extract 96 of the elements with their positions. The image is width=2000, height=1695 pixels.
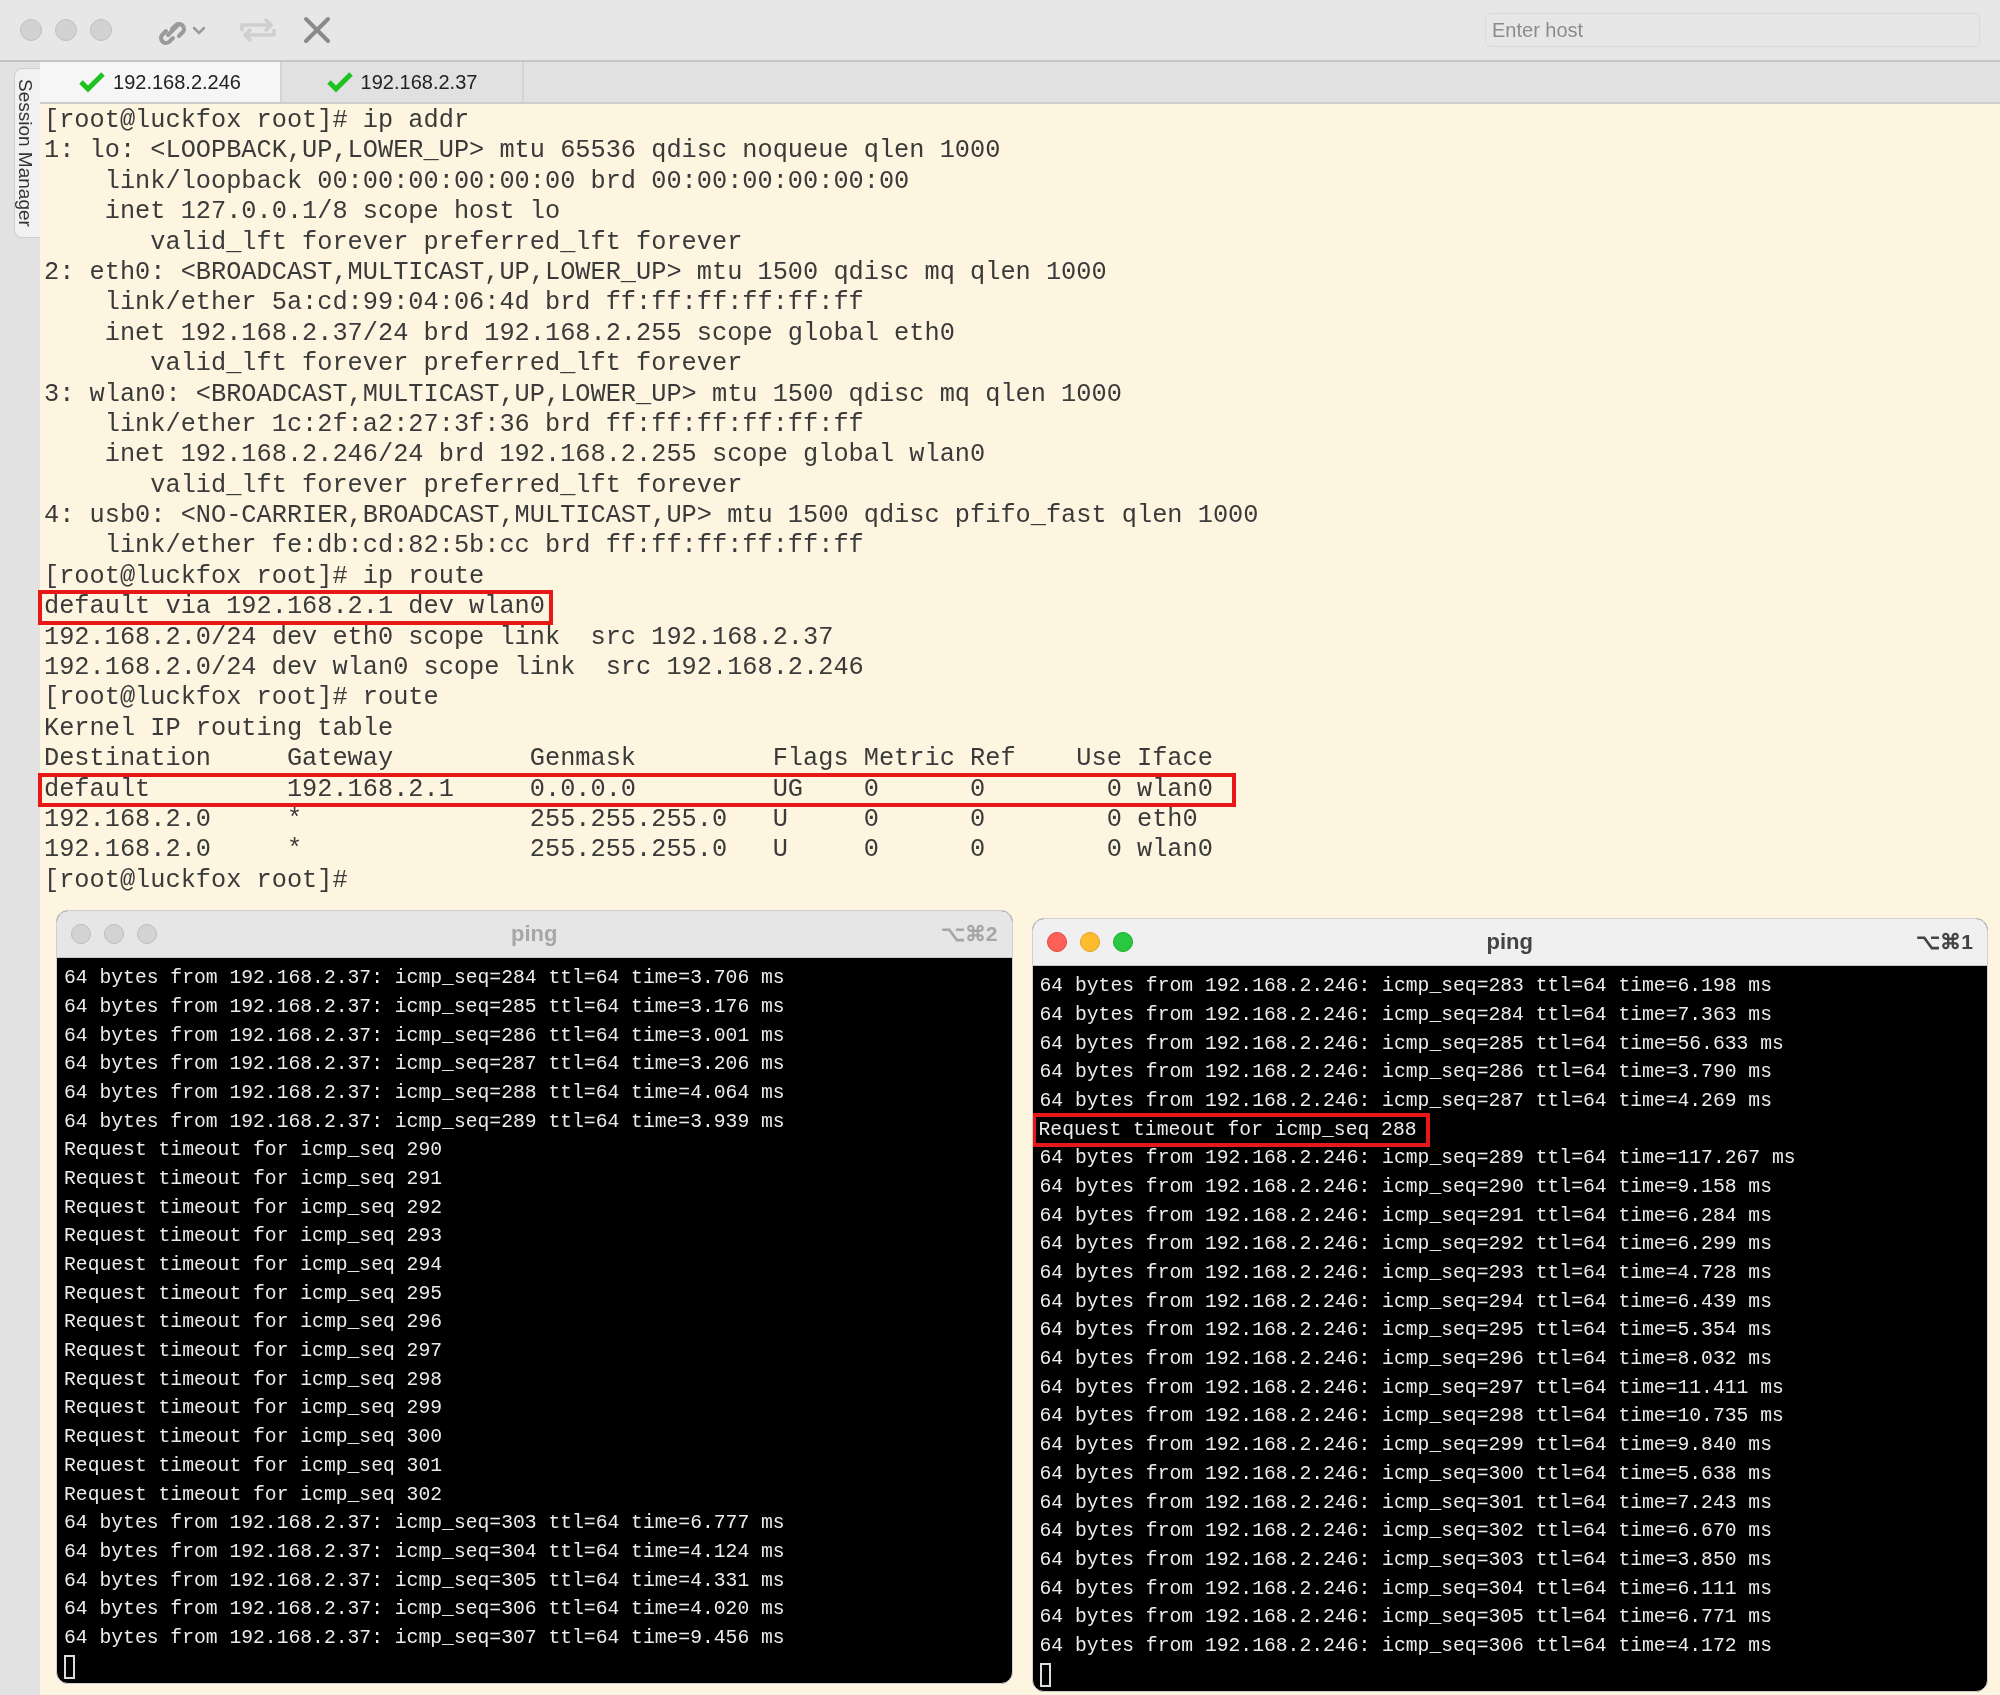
terminal-line: valid_lft forever preferred_lft forever xyxy=(149,227,743,258)
output-line: 64 bytes from 192.168.2.246: icmp_seq=297 ttl=64 time=11.411 ms xyxy=(1039,1375,1784,1401)
terminal-line: link/ether fe:db:cd:82:5b:cc brd ff:ff:ff:ff:ff:ff xyxy=(103,531,864,562)
output-line: 64 bytes from 192.168.2.246: icmp_seq=283 ttl=64 time=6.198 ms xyxy=(1039,974,1772,1000)
terminal-line: 3: wlan0: <BROADCAST,MULTICAST,UP,LOWER_UP> mtu 1500 qdisc mq qlen 1000 xyxy=(44,379,1122,410)
output-line: 64 bytes from 192.168.2.246: icmp_seq=299 ttl=64 time=9.840 ms xyxy=(1039,1433,1772,1459)
output-line: 64 bytes from 192.168.2.246: icmp_seq=296 ttl=64 time=8.032 ms xyxy=(1039,1347,1772,1373)
output-line: 64 bytes from 192.168.2.37: icmp_seq=288 ttl=64 time=4.064 ms xyxy=(64,1080,785,1106)
terminal-line: 1: lo: <LOOPBACK,UP,LOWER_UP> mtu 65536 qdisc noqueue qlen 1000 xyxy=(44,136,1001,167)
session-manager-tab[interactable]: Session Manager xyxy=(14,68,40,238)
output-line: 64 bytes from 192.168.2.246: icmp_seq=286 ttl=64 time=3.790 ms xyxy=(1039,1060,1772,1086)
checkmark-icon xyxy=(79,71,106,93)
terminal-line: 4: usb0: <NO-CARRIER,BROADCAST,MULTICAST,UP> mtu 1500 qdisc pfifo_fast qlen 1000 xyxy=(44,501,1259,532)
output-line: 64 bytes from 192.168.2.37: icmp_seq=306 ttl=64 time=4.020 ms xyxy=(64,1597,785,1623)
output-line: Request timeout for icmp_seq 298 xyxy=(64,1367,443,1393)
zoom-button[interactable] xyxy=(137,924,157,945)
zoom-button[interactable] xyxy=(90,19,112,41)
output-line: Request timeout for icmp_seq 299 xyxy=(64,1396,443,1422)
output-line: 64 bytes from 192.168.2.246: icmp_seq=291 ttl=64 time=6.284 ms xyxy=(1039,1203,1772,1229)
terminal-line: valid_lft forever preferred_lft forever xyxy=(149,470,743,502)
output-line: Request timeout for icmp_seq 295 xyxy=(64,1281,443,1307)
output-line: 64 bytes from 192.168.2.246: icmp_seq=290 ttl=64 time=9.158 ms xyxy=(1039,1174,1772,1200)
output-line: 64 bytes from 192.168.2.246: icmp_seq=302 ttl=64 time=6.670 ms xyxy=(1039,1519,1772,1545)
terminal-line: default 192.168.2.1 0.0.0.0 UG 0 0 0 wlan0 xyxy=(40,774,1235,805)
terminal-line: 2: eth0: <BROADCAST,MULTICAST,UP,LOWER_UP> mtu 1500 qdisc mq qlen 1000 xyxy=(44,257,1107,289)
output-line: 64 bytes from 192.168.2.246: icmp_seq=289 ttl=64 time=117.267 ms xyxy=(1039,1146,1796,1172)
output-line: Request timeout for icmp_seq 294 xyxy=(64,1253,443,1279)
output-line: Request timeout for icmp_seq 296 xyxy=(64,1310,443,1336)
text-cursor xyxy=(1039,1662,1051,1687)
output-line: 64 bytes from 192.168.2.246: icmp_seq=304 ttl=64 time=6.111 ms xyxy=(1039,1576,1772,1602)
shortcut-label: ⌥⌘2 xyxy=(940,922,998,947)
output-line: Request timeout for icmp_seq 290 xyxy=(64,1138,443,1164)
close-button[interactable] xyxy=(20,19,42,41)
output-line: 64 bytes from 192.168.2.246: icmp_seq=285 ttl=64 time=56.633 ms xyxy=(1039,1031,1784,1057)
output-line: Request timeout for icmp_seq 288 xyxy=(1034,1115,1427,1145)
output-line: 64 bytes from 192.168.2.37: icmp_seq=289 ttl=64 time=3.939 ms xyxy=(64,1109,785,1135)
output-line: Request timeout for icmp_seq 300 xyxy=(64,1425,443,1451)
output-line: 64 bytes from 192.168.2.37: icmp_seq=287 ttl=64 time=3.206 ms xyxy=(64,1052,785,1078)
text-cursor xyxy=(64,1654,75,1679)
session-tab[interactable]: 192.168.2.37 xyxy=(282,62,524,102)
output-line: 64 bytes from 192.168.2.246: icmp_seq=300 ttl=64 time=5.638 ms xyxy=(1039,1461,1772,1487)
output-line: 64 bytes from 192.168.2.246: icmp_seq=305 ttl=64 time=6.771 ms xyxy=(1039,1605,1772,1631)
terminal-line: 192.168.2.0 * 255.255.255.0 U 0 0 0 wlan0 xyxy=(44,835,1213,866)
output-line: 64 bytes from 192.168.2.246: icmp_seq=306 ttl=64 time=4.172 ms xyxy=(1039,1633,1772,1659)
output-line: 64 bytes from 192.168.2.246: icmp_seq=303 ttl=64 time=3.850 ms xyxy=(1039,1547,1772,1573)
terminal-line: Destination Gateway Genmask Flags Metric Ref Use Iface xyxy=(44,744,1213,775)
output-line: 64 bytes from 192.168.2.246: icmp_seq=301 ttl=64 time=7.243 ms xyxy=(1039,1490,1772,1516)
output-line: 64 bytes from 192.168.2.37: icmp_seq=305 ttl=64 time=4.331 ms xyxy=(64,1568,785,1594)
minimize-button[interactable] xyxy=(104,924,124,945)
close-icon[interactable] xyxy=(302,15,332,45)
output-line: Request timeout for icmp_seq 292 xyxy=(64,1195,443,1221)
terminal-line: 192.168.2.0/24 dev eth0 scope link src 192.168.2.37 xyxy=(44,622,834,654)
terminal-line: link/ether 5a:cd:99:04:06:4d brd ff:ff:ff:ff:ff:ff xyxy=(103,288,864,319)
output-line: 64 bytes from 192.168.2.246: icmp_seq=292 ttl=64 time=6.299 ms xyxy=(1039,1232,1772,1258)
terminal-line: link/ether 1c:2f:a2:27:3f:36 brd ff:ff:ff:ff:ff:ff xyxy=(103,409,864,441)
minimize-button[interactable] xyxy=(1079,932,1100,953)
terminal-line: Kernel IP routing table xyxy=(44,713,394,745)
output-line: 64 bytes from 192.168.2.246: icmp_seq=295 ttl=64 time=5.354 ms xyxy=(1039,1318,1772,1344)
terminal-line: default via 192.168.2.1 dev wlan0 xyxy=(40,592,551,623)
terminal-line: inet 192.168.2.246/24 brd 192.168.2.255 scope global wlan0 xyxy=(103,440,986,471)
window-title: ping xyxy=(1486,929,1533,956)
output-line: 64 bytes from 192.168.2.37: icmp_seq=307 ttl=64 time=9.456 ms xyxy=(64,1625,785,1651)
minimize-button[interactable] xyxy=(55,19,77,41)
close-button[interactable] xyxy=(71,924,91,945)
output-line: Request timeout for icmp_seq 291 xyxy=(64,1166,443,1192)
output-line: Request timeout for icmp_seq 293 xyxy=(64,1224,443,1250)
terminal-line: [root@luckfox root]# xyxy=(44,865,348,897)
checkmark-icon xyxy=(326,71,353,93)
output-line: 64 bytes from 192.168.2.37: icmp_seq=303 ttl=64 time=6.777 ms xyxy=(64,1511,785,1537)
output-line: Request timeout for icmp_seq 297 xyxy=(64,1339,443,1365)
terminal-line: [root@luckfox root]# route xyxy=(44,683,439,714)
output-line: Request timeout for icmp_seq 302 xyxy=(64,1482,443,1508)
shortcut-label: ⌥⌘1 xyxy=(1916,930,1973,955)
output-line: 64 bytes from 192.168.2.37: icmp_seq=285 ttl=64 time=3.176 ms xyxy=(64,994,785,1020)
terminal-line: 192.168.2.0/24 dev wlan0 scope link src 192.168.2.246 xyxy=(44,653,864,684)
terminal-line: [root@luckfox root]# ip addr xyxy=(44,106,470,137)
terminal-line: valid_lft forever preferred_lft forever xyxy=(149,349,743,380)
output-line: Request timeout for icmp_seq 301 xyxy=(64,1453,443,1479)
zoom-button[interactable] xyxy=(1112,932,1133,953)
output-line: 64 bytes from 192.168.2.246: icmp_seq=298 ttl=64 time=10.735 ms xyxy=(1039,1404,1784,1430)
output-line: 64 bytes from 192.168.2.246: icmp_seq=293 ttl=64 time=4.728 ms xyxy=(1039,1261,1772,1287)
terminal-line: 192.168.2.0 * 255.255.255.0 U 0 0 0 eth0 xyxy=(44,805,1198,836)
output-line: 64 bytes from 192.168.2.246: icmp_seq=294 ttl=64 time=6.439 ms xyxy=(1039,1289,1772,1315)
output-line: 64 bytes from 192.168.2.37: icmp_seq=304 ttl=64 time=4.124 ms xyxy=(64,1539,785,1565)
output-line: 64 bytes from 192.168.2.246: icmp_seq=284 ttl=64 time=7.363 ms xyxy=(1039,1002,1772,1028)
output-line: 64 bytes from 192.168.2.37: icmp_seq=286 ttl=64 time=3.001 ms xyxy=(64,1023,785,1049)
output-line: 64 bytes from 192.168.2.246: icmp_seq=287 ttl=64 time=4.269 ms xyxy=(1039,1088,1772,1114)
session-tab[interactable]: 192.168.2.246 xyxy=(40,62,282,102)
terminal-line: [root@luckfox root]# ip route xyxy=(44,561,485,593)
terminal-line: link/loopback 00:00:00:00:00:00 brd 00:00:00:00:00:00 xyxy=(103,166,910,198)
output-line: 64 bytes from 192.168.2.37: icmp_seq=284 ttl=64 time=3.706 ms xyxy=(64,966,785,992)
window-title: ping xyxy=(511,921,558,948)
close-button[interactable] xyxy=(1046,932,1067,953)
terminal-line: inet 192.168.2.37/24 brd 192.168.2.255 scope global eth0 xyxy=(103,318,955,350)
host-input-field[interactable]: Enter host xyxy=(1485,13,1980,47)
terminal-line: inet 127.0.0.1/8 scope host lo xyxy=(103,197,561,228)
